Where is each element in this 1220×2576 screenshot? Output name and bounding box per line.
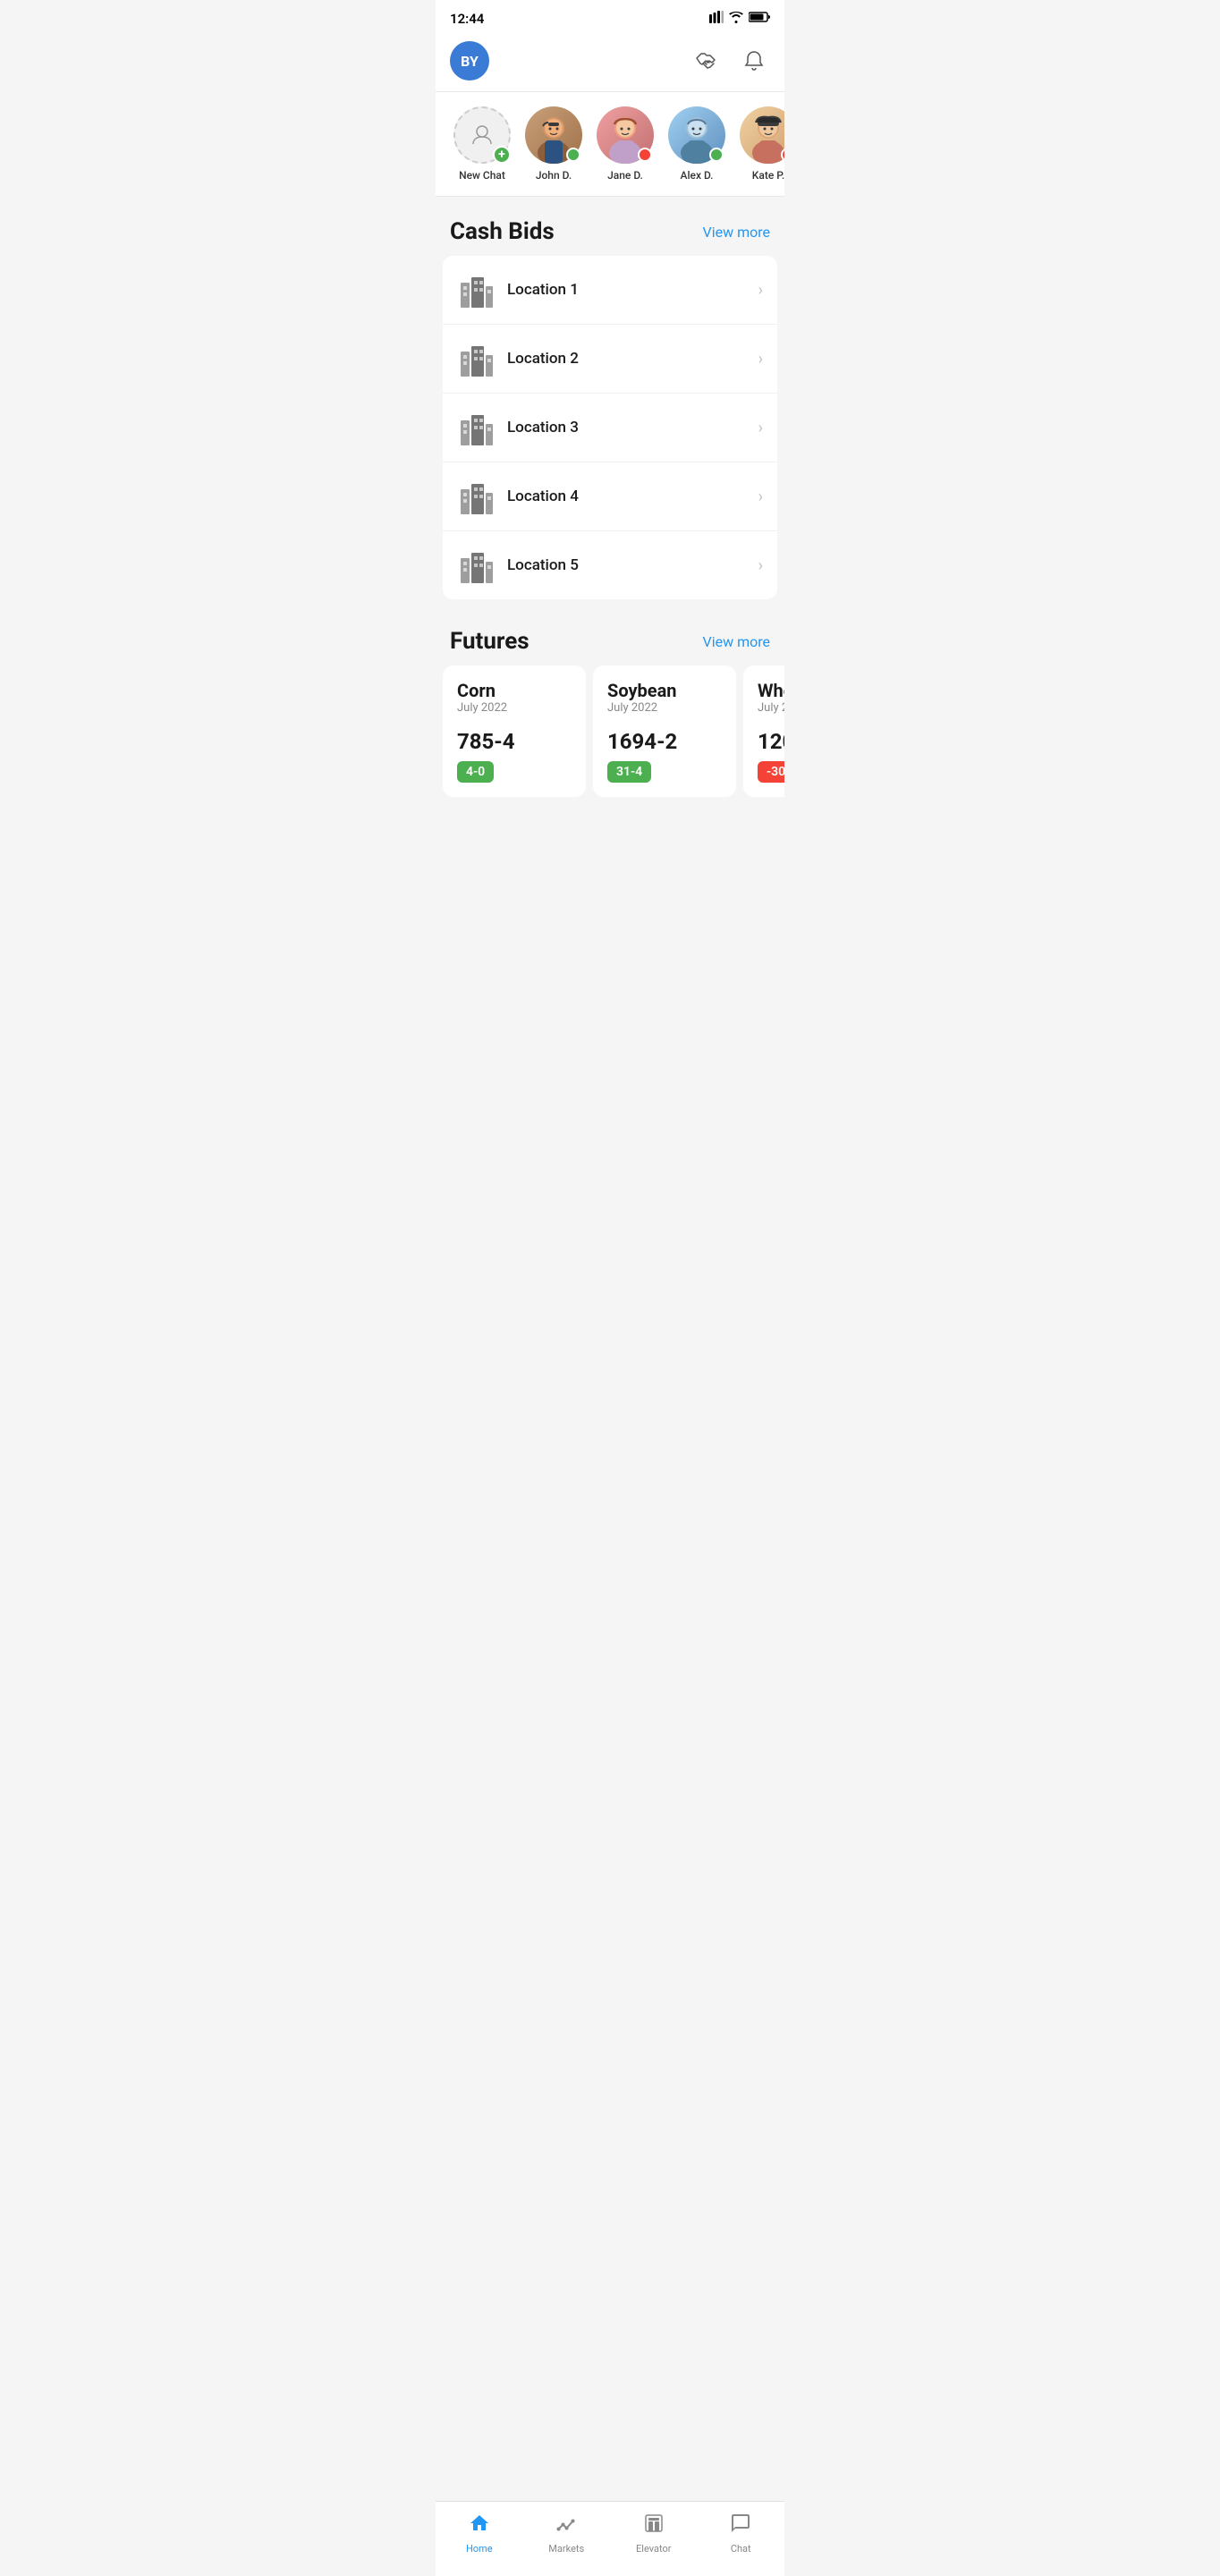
kate-avatar bbox=[740, 106, 784, 164]
contact-new-chat[interactable]: + New Chat bbox=[450, 106, 514, 182]
wifi-icon bbox=[729, 12, 743, 27]
alex-status-dot bbox=[709, 148, 724, 162]
futures-section: Futures View more Corn July 2022 785-4 4… bbox=[436, 606, 784, 811]
contact-name-new-chat: New Chat bbox=[459, 169, 505, 182]
handshake-button[interactable] bbox=[691, 45, 724, 77]
futures-title: Futures bbox=[450, 628, 530, 655]
nav-home[interactable]: Home bbox=[444, 2509, 515, 2558]
contact-jane[interactable]: Jane D. bbox=[593, 106, 657, 182]
location-item-1[interactable]: Location 1 › bbox=[443, 256, 777, 325]
locations-list: Location 1 › Location 2 bbox=[443, 256, 777, 599]
user-avatar[interactable]: BY bbox=[450, 41, 489, 80]
nav-home-label: Home bbox=[466, 2543, 493, 2555]
header: BY bbox=[436, 34, 784, 92]
john-avatar-wrap bbox=[525, 106, 582, 164]
futures-cards: Corn July 2022 785-4 4-0 Soybean July 20… bbox=[436, 665, 784, 811]
nav-markets-label: Markets bbox=[548, 2543, 584, 2555]
contact-john[interactable]: John D. bbox=[521, 106, 586, 182]
wheat-crop-name: Wheat bbox=[758, 680, 784, 701]
contact-name-alex: Alex D. bbox=[681, 169, 714, 182]
futures-card-corn[interactable]: Corn July 2022 785-4 4-0 bbox=[443, 665, 586, 797]
location-5-name: Location 5 bbox=[507, 556, 758, 574]
chat-icon bbox=[730, 2512, 751, 2539]
john-status-dot bbox=[566, 148, 580, 162]
cash-bids-title: Cash Bids bbox=[450, 218, 555, 245]
contact-name-john: John D. bbox=[536, 169, 572, 182]
location-5-chevron: › bbox=[758, 556, 763, 575]
soybean-month: July 2022 bbox=[607, 701, 722, 715]
markets-icon bbox=[555, 2512, 577, 2539]
location-3-icon bbox=[457, 408, 496, 447]
wheat-price: 1200- bbox=[758, 729, 784, 754]
wheat-month: July 2022 bbox=[758, 701, 784, 715]
location-2-chevron: › bbox=[758, 350, 763, 369]
status-icons bbox=[709, 11, 770, 27]
nav-elevator[interactable]: Elevator bbox=[618, 2509, 690, 2558]
location-3-name: Location 3 bbox=[507, 419, 758, 436]
corn-crop-name: Corn bbox=[457, 680, 572, 701]
futures-card-soybean[interactable]: Soybean July 2022 1694-2 31-4 bbox=[593, 665, 736, 797]
location-item-4[interactable]: Location 4 › bbox=[443, 462, 777, 531]
contact-name-jane: Jane D. bbox=[607, 169, 643, 182]
location-1-icon bbox=[457, 270, 496, 309]
nav-chat-label: Chat bbox=[731, 2543, 751, 2555]
corn-month: July 2022 bbox=[457, 701, 572, 715]
contacts-row: + New Chat bbox=[436, 106, 784, 182]
nav-markets[interactable]: Markets bbox=[530, 2509, 602, 2558]
soybean-change-badge: 31-4 bbox=[607, 761, 651, 783]
new-chat-plus-icon: + bbox=[493, 146, 511, 164]
futures-card-wheat[interactable]: Wheat July 2022 1200- -30-6 bbox=[743, 665, 784, 797]
battery-icon bbox=[749, 12, 770, 26]
notifications-button[interactable] bbox=[738, 45, 770, 77]
corn-change-badge: 4-0 bbox=[457, 761, 494, 783]
location-2-icon bbox=[457, 339, 496, 378]
elevator-icon bbox=[643, 2512, 665, 2539]
futures-header: Futures View more bbox=[436, 606, 784, 665]
bottom-nav: Home Markets Elevator bbox=[436, 2501, 784, 2576]
futures-view-more[interactable]: View more bbox=[703, 633, 770, 650]
new-chat-avatar-wrap: + bbox=[453, 106, 511, 164]
corn-price: 785-4 bbox=[457, 729, 572, 754]
location-3-chevron: › bbox=[758, 419, 763, 437]
location-1-name: Location 1 bbox=[507, 281, 758, 299]
soybean-price: 1694-2 bbox=[607, 729, 722, 754]
location-4-name: Location 4 bbox=[507, 487, 758, 505]
contact-kate[interactable]: Kate P. bbox=[736, 106, 784, 182]
location-item-3[interactable]: Location 3 › bbox=[443, 394, 777, 462]
location-item-5[interactable]: Location 5 › bbox=[443, 531, 777, 599]
alex-avatar-wrap bbox=[668, 106, 725, 164]
location-2-name: Location 2 bbox=[507, 350, 758, 368]
main-content: Cash Bids View more Location 1 bbox=[436, 197, 784, 883]
soybean-crop-name: Soybean bbox=[607, 680, 722, 701]
home-icon bbox=[469, 2512, 490, 2539]
header-icons bbox=[691, 45, 770, 77]
cash-bids-header: Cash Bids View more bbox=[436, 197, 784, 256]
status-time: 12:44 bbox=[450, 11, 484, 27]
nav-chat[interactable]: Chat bbox=[705, 2509, 776, 2558]
nav-elevator-label: Elevator bbox=[636, 2543, 671, 2555]
wheat-change-badge: -30-6 bbox=[758, 761, 784, 783]
location-1-chevron: › bbox=[758, 281, 763, 300]
cash-bids-view-more[interactable]: View more bbox=[703, 224, 770, 241]
jane-status-dot bbox=[638, 148, 652, 162]
jane-avatar-wrap bbox=[597, 106, 654, 164]
sim-icon bbox=[709, 11, 724, 27]
kate-avatar-wrap bbox=[740, 106, 784, 164]
status-bar: 12:44 bbox=[436, 0, 784, 34]
location-4-icon bbox=[457, 477, 496, 516]
contacts-section: + New Chat bbox=[436, 92, 784, 197]
contact-alex[interactable]: Alex D. bbox=[665, 106, 729, 182]
location-4-chevron: › bbox=[758, 487, 763, 506]
contact-name-kate: Kate P. bbox=[752, 169, 784, 182]
location-item-2[interactable]: Location 2 › bbox=[443, 325, 777, 394]
location-5-icon bbox=[457, 546, 496, 585]
